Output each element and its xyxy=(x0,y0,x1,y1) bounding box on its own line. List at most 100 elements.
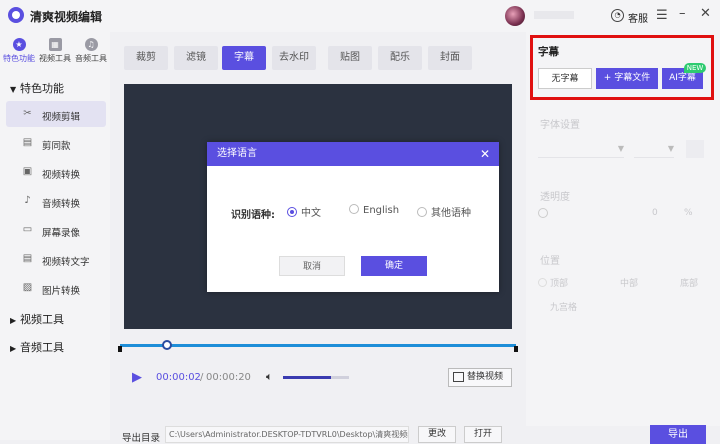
position-middle-option[interactable]: 中部 xyxy=(620,276,638,289)
radio-label: 中文 xyxy=(301,208,321,219)
timeline-start-marker[interactable] xyxy=(118,346,122,352)
category-label: 特色功能 xyxy=(20,82,64,95)
select-language-dialog: 选择语言 ✕ 识别语种: 中文 English 其他语种 取消 确定 xyxy=(207,142,499,292)
chevron-down-icon: ▼ xyxy=(667,144,674,153)
position-label: 顶部 xyxy=(550,279,569,289)
open-dir-button[interactable]: 打开 xyxy=(464,426,502,443)
position-bottom-option[interactable]: 底部 xyxy=(680,276,698,289)
change-dir-button[interactable]: 更改 xyxy=(418,426,456,443)
time-separator: / xyxy=(200,372,204,383)
sidebar-item-screen-record[interactable]: ▭ 屏幕录像 xyxy=(6,217,106,243)
play-icon[interactable]: ▶ xyxy=(132,370,142,385)
bottom-bar: 导出目录 C:\Users\Administrator.DESKTOP-TDTV… xyxy=(110,420,720,444)
confirm-button[interactable]: 确定 xyxy=(361,256,427,276)
opacity-label: 透明度 xyxy=(540,192,570,203)
language-label: 识别语种: xyxy=(231,210,275,221)
sidebar-item-label: 视频转换 xyxy=(42,170,81,181)
position-label: 中部 xyxy=(620,279,639,289)
category-video-tools[interactable]: ▶ 视频工具 xyxy=(10,311,64,327)
subtitle-section-title: 字幕 xyxy=(538,46,559,58)
support-icon[interactable]: ◔ xyxy=(611,9,624,22)
category-featured[interactable]: ▼ 特色功能 xyxy=(10,80,64,96)
sidebar-item-video-to-text[interactable]: ▤ 视频转文字 xyxy=(6,246,106,272)
username-placeholder xyxy=(534,11,574,19)
sidebar-item-audio-convert[interactable]: ♪ 音频转换 xyxy=(6,188,106,214)
tab-filter[interactable]: 滤镜 xyxy=(174,46,218,70)
radio-english[interactable]: English xyxy=(349,204,399,216)
tab-cover[interactable]: 封面 xyxy=(428,46,472,70)
app-title: 清爽视频编辑 xyxy=(30,10,103,24)
font-size-select[interactable]: ▼ xyxy=(634,142,674,158)
dialog-title: 选择语言 xyxy=(217,148,257,159)
tab-sticker[interactable]: 贴图 xyxy=(328,46,372,70)
caret-right-icon: ▶ xyxy=(10,316,17,325)
tab-crop[interactable]: 裁剪 xyxy=(124,46,168,70)
position-grid-option[interactable]: 九宫格 xyxy=(550,300,577,313)
replace-video-icon xyxy=(453,372,464,382)
position-label: 底部 xyxy=(680,279,699,289)
radio-dot xyxy=(538,278,547,287)
volume-slider[interactable] xyxy=(283,376,349,379)
topnav-video-tools[interactable]: ▦ 视频工具 xyxy=(36,38,74,64)
timeline[interactable] xyxy=(118,340,518,352)
font-family-select[interactable]: ▼ xyxy=(538,142,624,158)
output-path-field[interactable]: C:\Users\Administrator.DESKTOP-TDTVRL0\D… xyxy=(165,426,409,443)
app-logo-icon xyxy=(8,7,24,23)
no-subtitle-button[interactable]: 无字幕 xyxy=(538,68,592,89)
radio-dot xyxy=(417,207,427,217)
title-bar: 清爽视频编辑 ◔ 客服 ☰ – ✕ xyxy=(0,0,720,32)
caret-down-icon: ▼ xyxy=(10,85,17,94)
tab-music[interactable]: 配乐 xyxy=(378,46,422,70)
category-audio-tools[interactable]: ▶ 音频工具 xyxy=(10,339,64,355)
support-label[interactable]: 客服 xyxy=(628,10,648,25)
radio-other[interactable]: 其他语种 xyxy=(417,204,471,219)
menu-icon[interactable]: ☰ xyxy=(656,8,668,23)
template-icon: ▤ xyxy=(22,137,33,148)
radio-dot xyxy=(287,207,297,217)
opacity-slider-handle[interactable] xyxy=(538,208,548,218)
sidebar-item-label: 音频转换 xyxy=(42,199,81,210)
position-label: 位置 xyxy=(540,256,560,267)
position-top-option[interactable]: 顶部 xyxy=(538,276,568,289)
avatar[interactable] xyxy=(505,6,525,26)
timeline-end-marker[interactable] xyxy=(514,346,518,352)
sidebar-item-label: 视频转文字 xyxy=(42,257,90,268)
playhead-handle[interactable] xyxy=(162,340,172,350)
radio-label: English xyxy=(363,205,400,216)
close-icon[interactable]: ✕ xyxy=(700,6,711,21)
export-button[interactable]: 导出 xyxy=(650,425,706,444)
tab-subtitle[interactable]: 字幕 xyxy=(222,46,266,70)
radio-chinese[interactable]: 中文 xyxy=(287,204,321,219)
sidebar-item-image-convert[interactable]: ▨ 图片转换 xyxy=(6,275,106,301)
sidebar-item-label: 屏幕录像 xyxy=(42,228,81,239)
current-time: 00:00:02 xyxy=(156,372,201,383)
minimize-icon[interactable]: – xyxy=(679,6,686,21)
category-label: 视频工具 xyxy=(20,313,64,326)
screen-record-icon: ▭ xyxy=(22,224,33,235)
sidebar-item-label: 视频剪辑 xyxy=(42,112,81,123)
chevron-down-icon: ▼ xyxy=(617,144,624,153)
volume-icon[interactable]: 🔈︎ xyxy=(266,370,273,384)
topnav-audio-tools[interactable]: ♫ 音频工具 xyxy=(72,38,110,64)
topnav-featured[interactable]: ★ 特色功能 xyxy=(0,38,38,64)
close-icon[interactable]: ✕ xyxy=(480,142,490,166)
replace-video-button[interactable]: 替换视频 xyxy=(448,368,512,387)
output-dir-label: 导出目录 xyxy=(122,433,161,444)
opacity-value: 0 xyxy=(652,208,658,218)
image-icon: ▨ xyxy=(22,282,33,293)
sidebar-item-video-edit[interactable]: ✂ 视频剪辑 xyxy=(6,101,106,127)
dialog-header: 选择语言 ✕ xyxy=(207,142,499,166)
timeline-track[interactable] xyxy=(120,344,516,347)
tab-remove-watermark[interactable]: 去水印 xyxy=(272,46,316,70)
subtitle-file-button[interactable]: + 字幕文件 xyxy=(596,68,658,89)
sidebar-item-label: 剪同款 xyxy=(42,141,71,152)
settings-panel: 字幕 无字幕 + 字幕文件 AI字幕 NEW 字体设置 ▼ ▼ 透明度 0 % … xyxy=(526,32,720,426)
font-color-swatch[interactable] xyxy=(686,140,704,158)
radio-label: 其他语种 xyxy=(431,208,471,219)
sidebar-item-template[interactable]: ▤ 剪同款 xyxy=(6,130,106,156)
category-label: 音频工具 xyxy=(20,341,64,354)
volume-fill xyxy=(283,376,331,379)
sidebar-item-video-convert[interactable]: ▣ 视频转换 xyxy=(6,159,106,185)
cancel-button[interactable]: 取消 xyxy=(279,256,345,276)
total-time: 00:00:20 xyxy=(206,372,251,383)
